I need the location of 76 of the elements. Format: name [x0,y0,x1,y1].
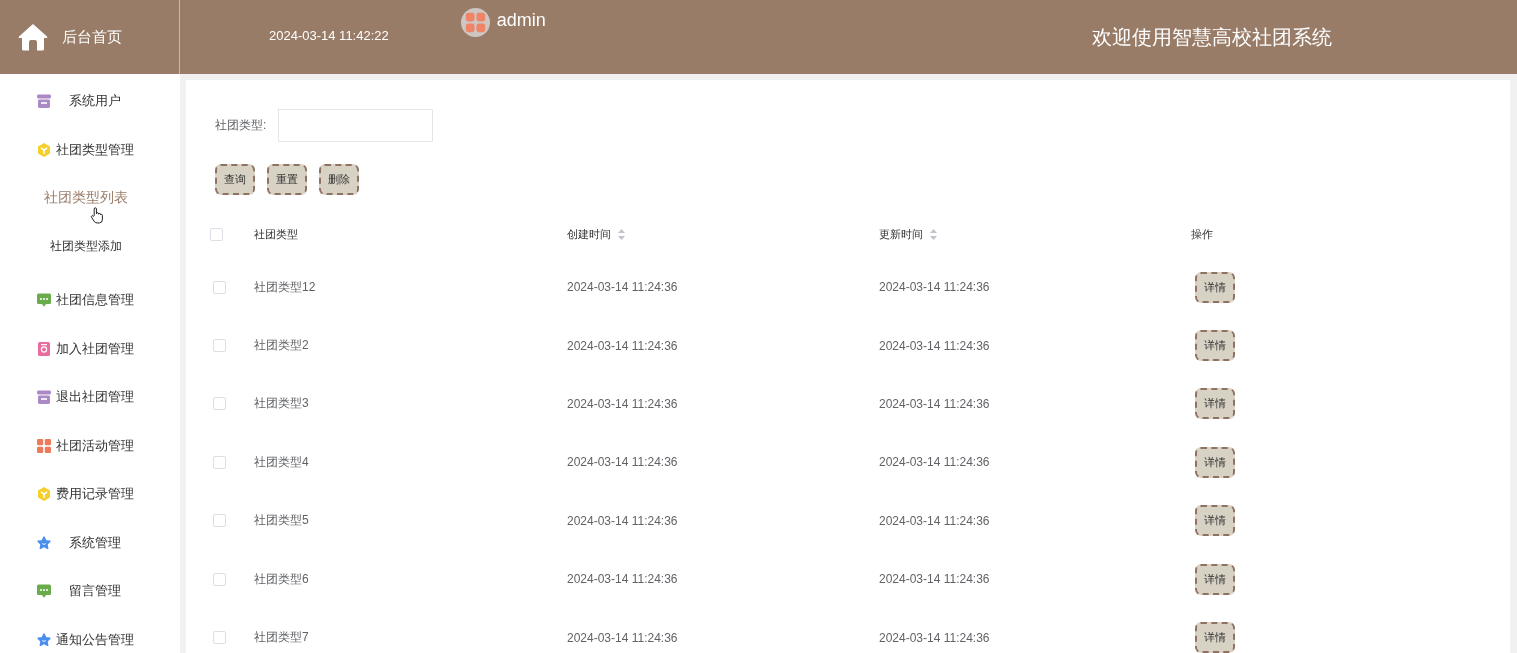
table-cell: 2024-03-14 11:24:36 [879,396,990,411]
details-button[interactable]: 详情 [1195,271,1235,303]
table-cell: 社团类型7 [254,630,309,645]
checkbox[interactable] [213,572,226,586]
star-icon [37,535,51,550]
checkbox[interactable] [213,455,226,469]
table-cell: 社团类型12 [254,279,316,294]
table-cell: 2024-03-14 11:24:36 [567,338,678,353]
archive-box-icon [37,390,51,405]
checkbox[interactable] [213,397,226,411]
column-header: 社团类型 [254,227,298,242]
details-button[interactable]: 详情 [1195,330,1235,362]
table-cell: 2024-03-14 11:24:36 [879,455,990,470]
table-cell: 2024-03-14 11:24:36 [879,630,990,645]
sidebar-item[interactable]: 系统管理 [0,518,180,567]
table-cell: 2024-03-14 11:24:36 [567,513,678,528]
sidebar-item[interactable]: 加入社团管理 [0,324,180,373]
archive-box-icon [37,94,51,109]
column-header[interactable]: 更新时间 [879,227,923,242]
sidebar-item[interactable]: 退出社团管理 [0,373,180,422]
table-cell: 2024-03-14 11:24:36 [567,280,678,295]
datetime-text: 2024-03-14 11:42:22 [269,27,389,45]
details-button[interactable]: 详情 [1195,563,1235,595]
table-cell: 社团类型2 [254,338,309,353]
column-header[interactable]: 创建时间 [567,227,611,242]
checkbox[interactable] [210,228,223,241]
sidebar-item[interactable]: 社团类型管理 [0,125,180,174]
sidebar-item[interactable]: 费用记录管理 [0,470,180,519]
table-cell: 社团类型5 [254,513,309,528]
chat-bubble-icon [37,293,51,308]
submenu-item[interactable]: 社团类型添加 [50,235,122,257]
hexagon-icon [37,487,51,502]
table-cell: 社团类型4 [254,454,309,469]
checkbox[interactable] [213,339,226,353]
sidebar-item[interactable]: 社团信息管理 [0,276,180,325]
reset-button[interactable]: 重置 [267,164,307,195]
sidebar-item[interactable]: 通知公告管理 [0,615,180,653]
details-button[interactable]: 详情 [1195,388,1235,420]
table-cell: 2024-03-14 11:24:36 [879,513,990,528]
hexagon-icon [37,142,51,157]
home-icon [18,23,48,51]
table-cell: 2024-03-14 11:24:36 [567,572,678,587]
details-button[interactable]: 详情 [1195,622,1235,653]
table-cell: 社团类型6 [254,571,309,586]
checkbox[interactable] [213,631,226,645]
search-label: 社团类型: [215,117,267,134]
table-cell: 社团类型3 [254,396,309,411]
chat-bubble-icon [37,584,51,599]
table-cell: 2024-03-14 11:24:36 [567,630,678,645]
sidebar-item[interactable]: 留言管理 [0,567,180,616]
details-button[interactable]: 详情 [1195,446,1235,478]
hand-cursor-icon [90,207,104,224]
welcome-title: 欢迎使用智慧高校社团系统 [1092,24,1332,50]
sort-icon[interactable] [618,229,625,240]
delete-button[interactable]: 删除 [319,164,359,195]
home-link[interactable]: 后台首页 [18,23,122,51]
sidebar-item[interactable]: 系统用户 [0,77,180,126]
sidebar-item[interactable]: 社团活动管理 [0,421,180,470]
checkbox[interactable] [213,280,226,294]
table-cell: 2024-03-14 11:24:36 [879,338,990,353]
search-button[interactable]: 查询 [215,164,255,195]
sort-icon[interactable] [930,229,937,240]
avatar-icon [460,8,490,37]
document-icon [37,341,51,356]
checkbox[interactable] [213,514,226,528]
star-icon [37,632,51,647]
username-text[interactable]: admin [496,10,546,35]
table-cell: 2024-03-14 11:24:36 [879,572,990,587]
column-header: 操作 [1191,227,1213,242]
table-cell: 2024-03-14 11:24:36 [567,455,678,470]
table-cell: 2024-03-14 11:24:36 [567,396,678,411]
table-cell: 2024-03-14 11:24:36 [879,280,990,295]
details-button[interactable]: 详情 [1195,505,1235,537]
submenu-item[interactable]: 社团类型列表 [44,187,128,209]
search-field[interactable] [278,109,434,142]
grid-icon [37,438,51,453]
